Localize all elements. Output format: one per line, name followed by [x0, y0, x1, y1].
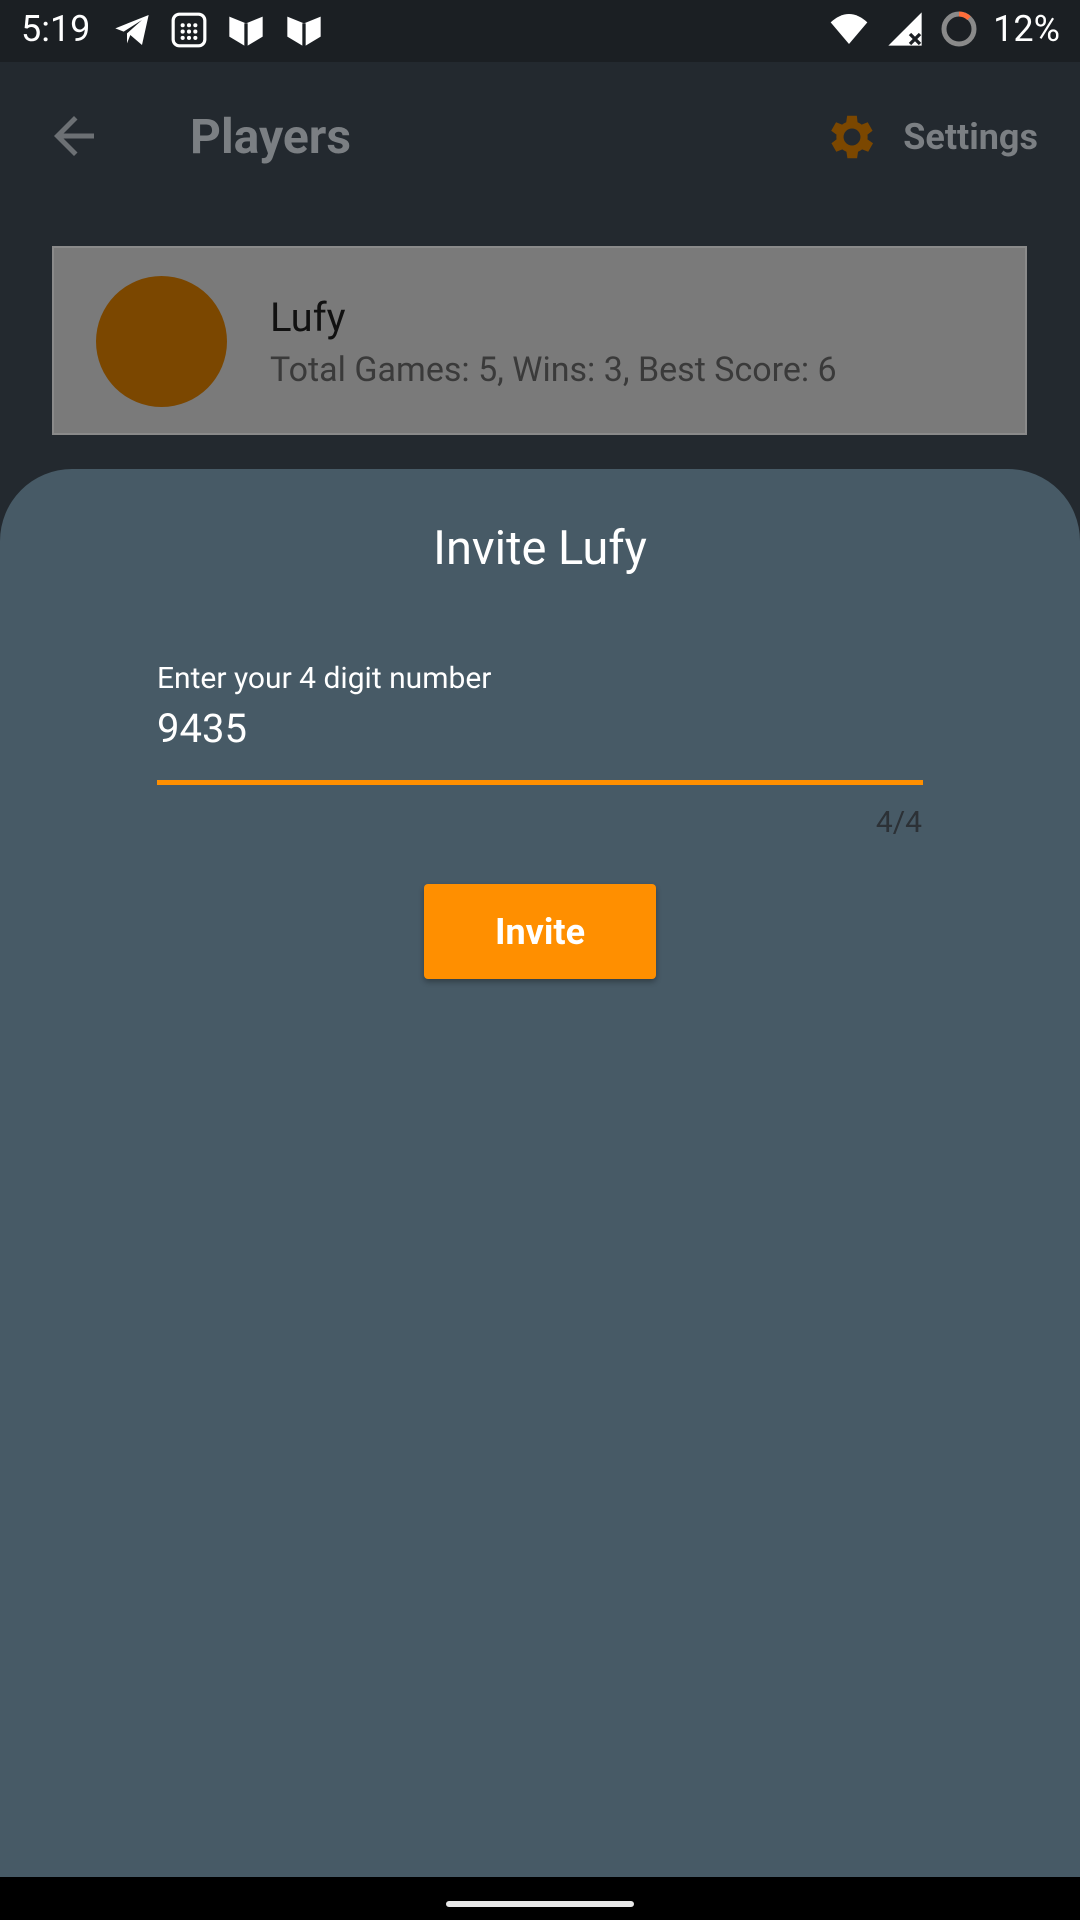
gear-icon [831, 115, 874, 159]
sheet-title: Invite Lufy [433, 521, 647, 576]
status-bar: 5:19 12% [0, 0, 1080, 62]
player-stats: Total Games: 5, Wins: 3, Best Score: 6 [270, 350, 837, 390]
notification-icons [112, 10, 324, 50]
battery-percent: 12% [993, 8, 1060, 50]
avatar [96, 276, 227, 407]
wifi-icon [830, 14, 868, 44]
page-title: Players [190, 108, 351, 165]
home-gesture-handle[interactable] [446, 1901, 634, 1907]
navigation-bar [0, 1877, 1080, 1920]
character-counter: 4/4 [875, 805, 922, 840]
back-button[interactable] [44, 106, 104, 166]
settings-button[interactable]: Settings [823, 108, 1038, 166]
back-arrow-icon [54, 116, 94, 156]
invite-button[interactable]: Invite [424, 884, 656, 979]
number-input[interactable] [157, 705, 917, 752]
player-card[interactable]: Lufy Total Games: 5, Wins: 3, Best Score… [52, 246, 1027, 435]
signal-icon [888, 12, 922, 46]
settings-label: Settings [903, 116, 1038, 158]
calculator-icon [171, 12, 207, 48]
player-name: Lufy [270, 294, 346, 341]
status-time: 5:19 [21, 8, 91, 50]
app-bar: Players Settings [0, 62, 1080, 212]
input-underline [157, 780, 923, 785]
number-field-label: Enter your 4 digit number [157, 661, 492, 696]
invite-bottom-sheet: Invite Lufy Enter your 4 digit number 4/… [0, 469, 1080, 1877]
shield-icon [229, 16, 263, 47]
system-icons: 12% [827, 8, 1060, 50]
telegram-icon [115, 15, 149, 45]
battery-ring-icon [941, 11, 977, 47]
shield-icon [287, 16, 321, 47]
